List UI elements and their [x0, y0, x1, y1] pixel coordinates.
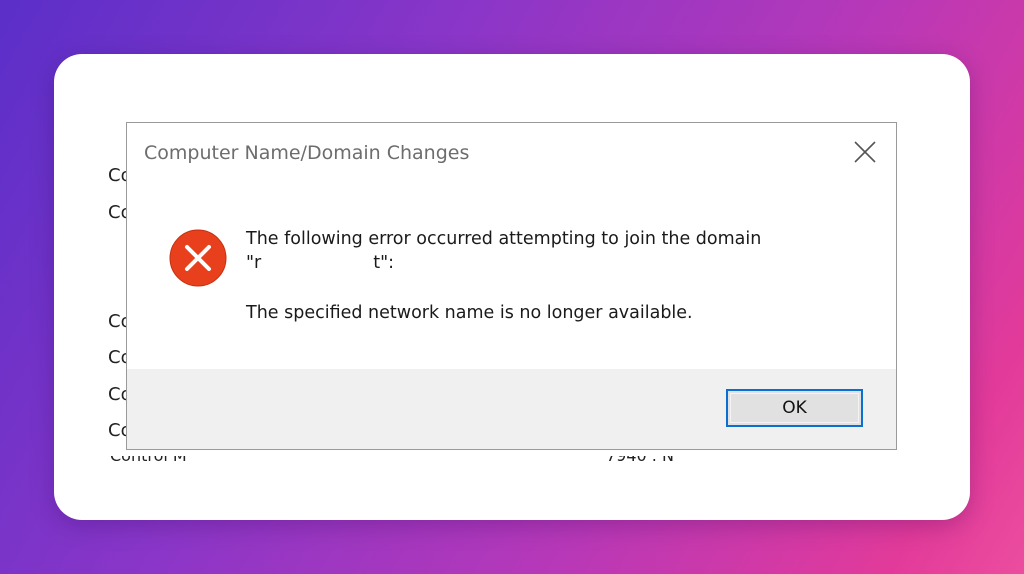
domain-name-end: t": [373, 253, 395, 273]
dialog-footer: OK [127, 369, 896, 449]
domain-name-start: "r [246, 253, 262, 273]
close-button[interactable] [850, 137, 880, 167]
error-message-line: The following error occurred attempting … [246, 229, 762, 249]
close-icon [854, 141, 876, 163]
background-bottom-left-text: Control M [110, 456, 187, 464]
error-message-domain: "r t": [246, 253, 394, 273]
error-icon [169, 229, 227, 287]
error-dialog: Computer Name/Domain Changes The followi… [126, 122, 897, 450]
error-detail-message: The specified network name is no longer … [246, 303, 693, 323]
background-bottom-right-text: 7940 . N [606, 456, 674, 464]
dialog-content: The following error occurred attempting … [127, 183, 896, 369]
ok-button[interactable]: OK [726, 389, 863, 427]
background-bottom-row: Control M 7940 . N [110, 456, 910, 466]
screenshot-card: Co Co Co Co Co Co Control M 7940 . N Com… [54, 54, 970, 520]
dialog-title: Computer Name/Domain Changes [144, 142, 470, 164]
dialog-titlebar[interactable]: Computer Name/Domain Changes [127, 123, 896, 183]
